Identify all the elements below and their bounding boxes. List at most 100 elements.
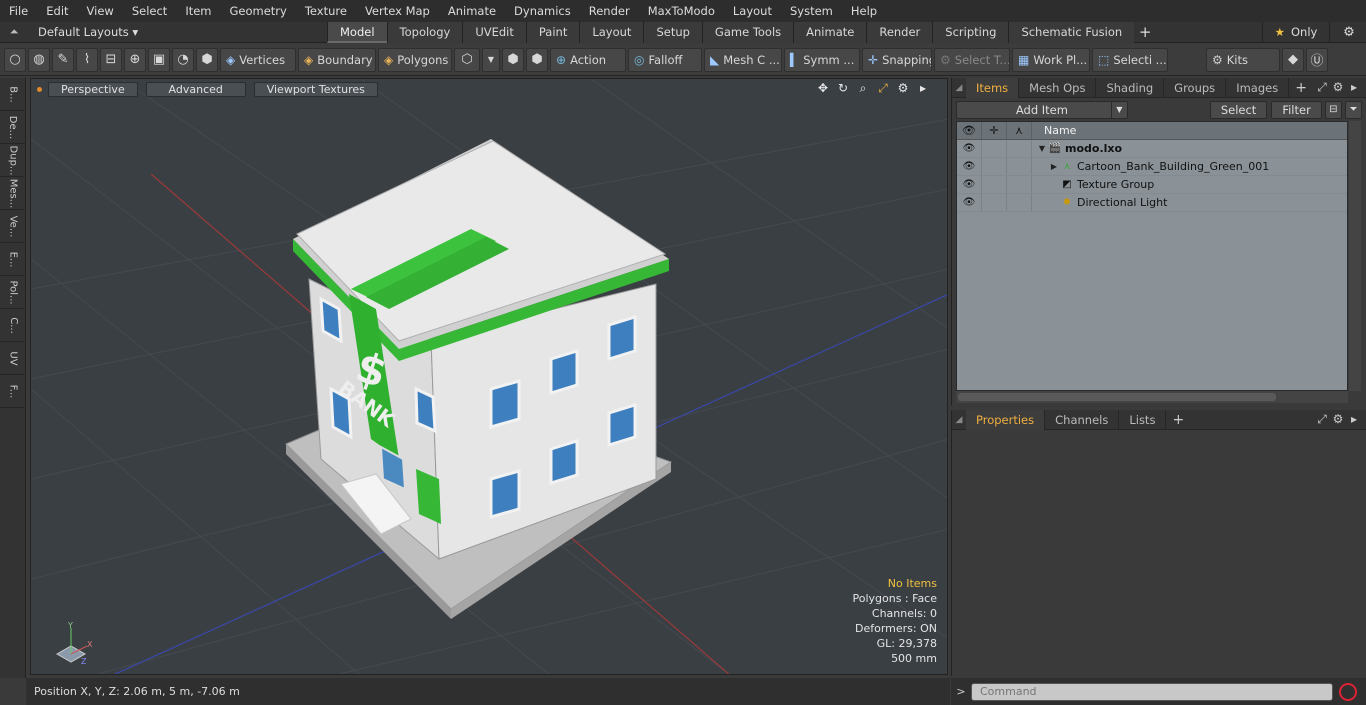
item-mode-icon[interactable]: ⬡ xyxy=(454,47,480,72)
tree-horizontal-scrollbar[interactable] xyxy=(956,391,1348,403)
globe-icon[interactable]: ◍ xyxy=(28,47,50,72)
viewport-gear-icon[interactable]: ⚙ xyxy=(893,81,913,96)
expand-panel-icon[interactable]: ⤢ xyxy=(1314,80,1330,95)
boundary-button[interactable]: ◈ Boundary xyxy=(298,47,376,72)
tree-row-texture-group[interactable]: 👁 ◩ Texture Group xyxy=(957,176,1347,194)
shield-icon[interactable]: ⬢ xyxy=(196,47,218,72)
menu-dynamics[interactable]: Dynamics xyxy=(505,0,580,22)
frame-icon[interactable]: ▣ xyxy=(148,47,170,72)
left-tab-polygon[interactable]: Pol... xyxy=(0,276,26,309)
falloff-button[interactable]: ◎ Falloff xyxy=(628,47,702,72)
tab-mesh-ops[interactable]: Mesh Ops xyxy=(1019,77,1097,98)
tab-layout[interactable]: Layout xyxy=(579,22,644,43)
unreal-icon[interactable]: Ⓤ xyxy=(1306,47,1328,72)
funnel-icon[interactable]: ⏷ xyxy=(1344,101,1362,119)
snapping-button[interactable]: ✛ Snapping xyxy=(862,47,932,72)
symmetry-button[interactable]: ▍ Symm ... xyxy=(784,47,860,72)
select-through-button[interactable]: ⚙ Select T... xyxy=(934,47,1010,72)
command-input[interactable] xyxy=(971,682,1333,701)
eye-icon[interactable]: 👁 xyxy=(957,158,982,175)
expand-panel-icon[interactable]: ⤢ xyxy=(1314,412,1330,427)
viewport-menu-dot-icon[interactable] xyxy=(37,86,42,92)
menu-edit[interactable]: Edit xyxy=(37,0,77,22)
menu-help[interactable]: Help xyxy=(842,0,886,22)
type-column-icon[interactable]: ⋏ xyxy=(1007,122,1032,139)
tab-items[interactable]: Items xyxy=(966,77,1020,98)
orbit-icon[interactable]: ↻ xyxy=(833,81,853,96)
left-tab-deform[interactable]: De... xyxy=(0,111,26,144)
panel-gear-icon[interactable]: ⚙ xyxy=(1330,80,1346,95)
add-panel-tab-icon[interactable]: + xyxy=(1289,80,1313,96)
tab-game-tools[interactable]: Game Tools xyxy=(701,22,794,43)
tab-animate[interactable]: Animate xyxy=(793,22,867,43)
align-icon[interactable]: ⊟ xyxy=(100,47,122,72)
select-button[interactable]: Select xyxy=(1209,101,1268,119)
scrollbar-thumb[interactable] xyxy=(958,393,1276,401)
left-tab-mesh-edit[interactable]: Mes... xyxy=(0,177,26,210)
tab-lists[interactable]: Lists xyxy=(1119,409,1167,430)
panel-grip-icon[interactable]: ◢ xyxy=(952,415,966,425)
pen-icon[interactable]: ✎ xyxy=(52,47,74,72)
panel-arrow-icon[interactable]: ▸ xyxy=(1346,412,1362,427)
panel-arrow-icon[interactable]: ▸ xyxy=(1346,80,1362,95)
add-item-button[interactable]: Add Item ▼ xyxy=(956,101,1128,119)
menu-select[interactable]: Select xyxy=(123,0,176,22)
add-tab-icon[interactable]: + xyxy=(1134,22,1156,43)
tab-topology[interactable]: Topology xyxy=(386,22,463,43)
symmetry-shield-icon[interactable]: ⬢ xyxy=(502,47,524,72)
tab-render[interactable]: Render xyxy=(866,22,933,43)
left-tab-fusion[interactable]: F... xyxy=(0,375,26,408)
gear-icon[interactable]: ⚙ xyxy=(1338,22,1360,43)
left-tab-vertex[interactable]: Ve... xyxy=(0,210,26,243)
menu-render[interactable]: Render xyxy=(580,0,639,22)
tab-shading[interactable]: Shading xyxy=(1096,77,1165,98)
polygons-button[interactable]: ◈ Polygons xyxy=(378,47,452,72)
work-plane-button[interactable]: ▦ Work Pl... xyxy=(1012,47,1090,72)
filter-button[interactable]: Filter xyxy=(1271,101,1322,119)
record-macro-icon[interactable] xyxy=(1339,682,1357,701)
only-toggle[interactable]: ★ Only xyxy=(1262,22,1330,43)
menu-animate[interactable]: Animate xyxy=(439,0,505,22)
panel-gear-icon[interactable]: ⚙ xyxy=(1330,412,1346,427)
vertices-button[interactable]: ◈ Vertices xyxy=(220,47,296,72)
tree-row-directional-light[interactable]: 👁 ✹ Directional Light xyxy=(957,194,1347,212)
menu-vertex-map[interactable]: Vertex Map xyxy=(356,0,439,22)
layout-collapse-icon[interactable]: ⏶ xyxy=(0,25,28,39)
left-tab-duplicate[interactable]: Dup... xyxy=(0,144,26,177)
brush-icon[interactable]: ⌇ xyxy=(76,47,98,72)
left-tab-uv[interactable]: UV xyxy=(0,342,26,375)
tab-scripting[interactable]: Scripting xyxy=(932,22,1009,43)
visibility-column-eye-icon[interactable]: 👁 xyxy=(957,122,982,139)
action-button[interactable]: ⊕ Action xyxy=(550,47,626,72)
menu-maxtomodo[interactable]: MaxToModo xyxy=(639,0,724,22)
eye-icon[interactable]: 👁 xyxy=(957,176,982,193)
layout-dropdown[interactable]: Default Layouts ▾ xyxy=(28,25,328,39)
menu-geometry[interactable]: Geometry xyxy=(221,0,296,22)
menu-layout[interactable]: Layout xyxy=(724,0,781,22)
rotate-icon[interactable]: ◔ xyxy=(172,47,194,72)
kits-button[interactable]: ⚙ Kits xyxy=(1206,47,1280,72)
pan-icon[interactable]: ✥ xyxy=(813,81,833,96)
menu-view[interactable]: View xyxy=(78,0,123,22)
tab-images[interactable]: Images xyxy=(1226,77,1290,98)
collapse-icon[interactable]: ⊟ xyxy=(1324,101,1342,119)
tab-paint[interactable]: Paint xyxy=(525,22,580,43)
tab-setup[interactable]: Setup xyxy=(643,22,702,43)
tab-groups[interactable]: Groups xyxy=(1164,77,1227,98)
tab-uvedit[interactable]: UVEdit xyxy=(462,22,526,43)
viewport-textures-button[interactable]: Viewport Textures xyxy=(253,81,378,97)
circle-select-icon[interactable]: ○ xyxy=(4,47,26,72)
unity-icon[interactable]: ◆ xyxy=(1282,47,1304,72)
lock-column-icon[interactable]: ✛ xyxy=(982,122,1007,139)
3d-viewport[interactable]: $ BANK Perspective Advanced Viewport Tex… xyxy=(30,78,948,675)
tab-model[interactable]: Model xyxy=(327,22,387,43)
add-item-chevron-icon[interactable]: ▼ xyxy=(1110,102,1127,118)
tab-properties[interactable]: Properties xyxy=(966,409,1046,430)
mesh-constraint-button[interactable]: ◣ Mesh C ... xyxy=(704,47,782,72)
viewport-arrow-icon[interactable]: ▸ xyxy=(913,81,933,96)
zoom-icon[interactable]: ⌕ xyxy=(853,81,873,96)
left-tab-edge[interactable]: E... xyxy=(0,243,26,276)
selection-sets-button[interactable]: ⬚ Selecti ... xyxy=(1092,47,1168,72)
menu-item[interactable]: Item xyxy=(176,0,220,22)
tab-schematic-fusion[interactable]: Schematic Fusion xyxy=(1008,22,1135,43)
